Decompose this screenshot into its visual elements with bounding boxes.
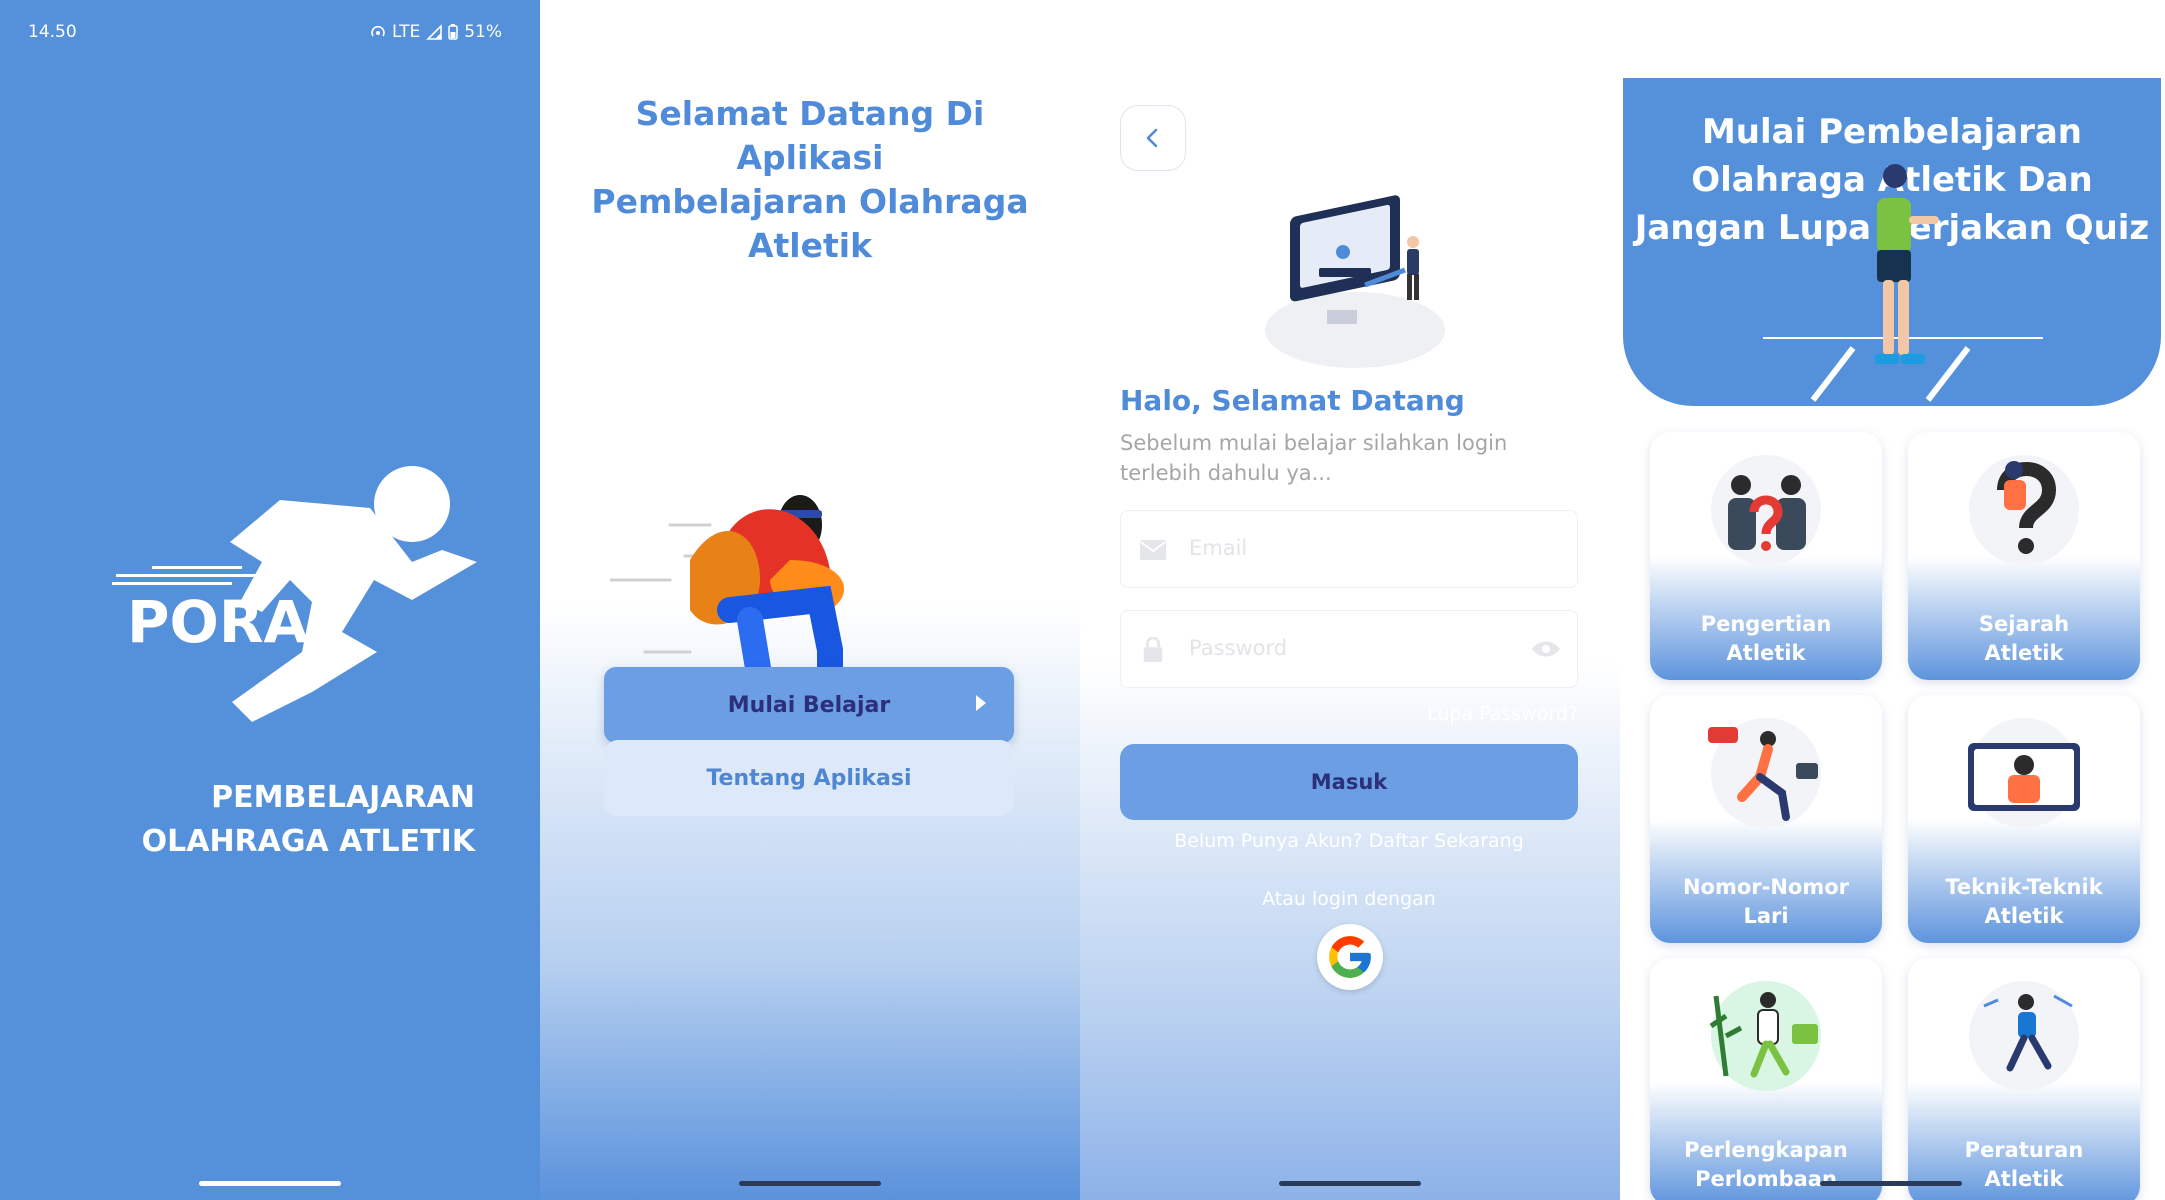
question-mark-icon [1969, 455, 2079, 565]
card-label-line-1: Teknik-Teknik [1945, 875, 2103, 899]
battery-icon [448, 24, 458, 40]
chevron-left-icon [1146, 128, 1158, 148]
card-label: Nomor-Nomor Lari [1650, 873, 1882, 931]
login-subtitle-line-2: terlebih dahulu ya... [1120, 461, 1332, 485]
card-label-line-2: Atletik [1984, 1167, 2064, 1191]
login-subtitle: Sebelum mulai belajar silahkan login ter… [1120, 428, 1540, 488]
login-button[interactable]: Masuk [1120, 744, 1578, 820]
start-learning-label: Mulai Belajar [727, 692, 891, 718]
password-placeholder: Password [1189, 636, 1288, 660]
splash-title: PEMBELAJARAN OLAHRAGA ATLETIK [142, 776, 475, 864]
signal-icon [426, 24, 443, 40]
hero-runner-illustration [1763, 164, 2043, 402]
sprinter-icon [1708, 718, 1821, 828]
back-button[interactable] [1120, 105, 1186, 171]
equipment-icon [1709, 981, 1821, 1091]
card-peraturan-atletik[interactable]: Peraturan Atletik [1908, 958, 2140, 1200]
start-learning-button[interactable]: Mulai Belajar [604, 667, 1014, 743]
splash-title-line-1: PEMBELAJARAN [211, 780, 475, 815]
register-link[interactable]: Belum Punya Akun? Daftar Sekarang [1120, 830, 1578, 852]
email-placeholder: Email [1189, 536, 1248, 560]
google-login-button[interactable] [1317, 924, 1383, 990]
status-time: 14.50 [28, 22, 77, 42]
battery-level: 51% [464, 22, 502, 42]
pora-logo: PORA [112, 466, 477, 722]
login-illustration [1265, 195, 1445, 368]
video-lesson-icon [1968, 718, 2080, 828]
card-perlengkapan-perlombaan[interactable]: Perlengkapan Perlombaan [1650, 958, 1882, 1200]
splash-screen: 14.50 LTE 51% PORA PEMBELAJARAN OLAHRAGA… [0, 0, 540, 1200]
about-app-button[interactable]: Tentang Aplikasi [604, 740, 1014, 816]
card-label-line-1: Peraturan [1964, 1138, 2084, 1162]
card-label-line-2: Perlombaan [1695, 1167, 1837, 1191]
card-nomor-nomor-lari[interactable]: Nomor-Nomor Lari [1650, 695, 1882, 943]
card-label-line-1: Pengertian [1700, 612, 1832, 636]
card-label-line-1: Sejarah [1978, 612, 2070, 636]
home-indicator[interactable] [739, 1181, 881, 1186]
hotspot-icon [371, 25, 385, 37]
card-label: Pengertian Atletik [1650, 610, 1882, 668]
home-screen: Mulai Pembelajaran Olahraga Atletik Dan … [1620, 0, 2165, 1200]
status-icons: LTE 51% [370, 22, 502, 42]
card-label: Teknik-Teknik Atletik [1908, 873, 2140, 931]
mail-icon [1140, 540, 1166, 560]
login-button-label: Masuk [1310, 770, 1388, 794]
card-label-line-2: Atletik [1984, 641, 2064, 665]
lock-icon [1143, 637, 1163, 663]
card-pengertian-atletik[interactable]: Pengertian Atletik [1650, 432, 1882, 680]
welcome-title-line-3: Atletik [747, 226, 873, 265]
hero-banner: Mulai Pembelajaran Olahraga Atletik Dan … [1623, 78, 2161, 406]
login-subtitle-line-1: Sebelum mulai belajar silahkan login [1120, 431, 1508, 455]
runner-rules-icon [1969, 981, 2079, 1091]
status-bar: 14.50 LTE 51% [0, 22, 540, 46]
google-icon [1329, 936, 1371, 978]
login-greeting: Halo, Selamat Datang [1120, 384, 1465, 417]
home-indicator[interactable] [1279, 1181, 1421, 1186]
network-type: LTE [391, 22, 421, 42]
welcome-title-line-2: Pembelajaran Olahraga [591, 182, 1029, 221]
about-app-label: Tentang Aplikasi [706, 765, 912, 791]
logo-text: PORA [127, 588, 308, 656]
card-sejarah-atletik[interactable]: Sejarah Atletik [1908, 432, 2140, 680]
card-label-line-2: Atletik [1984, 904, 2064, 928]
hero-title-line-1: Mulai Pembelajaran [1701, 112, 2083, 152]
card-label-line-1: Perlengkapan [1684, 1138, 1848, 1162]
card-label: Sejarah Atletik [1908, 610, 2140, 668]
home-indicator[interactable] [199, 1181, 341, 1186]
splash-title-line-2: OLAHRAGA ATLETIK [141, 824, 475, 859]
screenshot-strip: 14.50 LTE 51% PORA PEMBELAJARAN OLAHRAGA… [0, 0, 2165, 1200]
forgot-password-link[interactable]: Lupa Password? [1427, 703, 1578, 725]
login-screen: Halo, Selamat Datang Sebelum mulai belaj… [1080, 0, 1620, 1200]
card-teknik-teknik-atletik[interactable]: Teknik-Teknik Atletik [1908, 695, 2140, 943]
card-label-line-2: Atletik [1726, 641, 1806, 665]
eye-icon[interactable] [1531, 637, 1561, 661]
play-arrow-icon [976, 695, 986, 711]
people-question-icon [1711, 455, 1821, 565]
card-label-line-1: Nomor-Nomor [1682, 875, 1850, 899]
welcome-screen: Selamat Datang Di Aplikasi Pembelajaran … [540, 0, 1080, 1200]
card-label-line-2: Lari [1743, 904, 1789, 928]
or-login-text: Atau login dengan [1262, 888, 1436, 910]
welcome-title-line-1: Selamat Datang Di Aplikasi [635, 94, 985, 177]
email-field[interactable]: Email [1120, 510, 1578, 588]
password-field[interactable]: Password [1120, 610, 1578, 688]
speed-lines [112, 566, 256, 585]
welcome-title: Selamat Datang Di Aplikasi Pembelajaran … [560, 92, 1060, 268]
home-indicator[interactable] [1820, 1181, 1962, 1186]
